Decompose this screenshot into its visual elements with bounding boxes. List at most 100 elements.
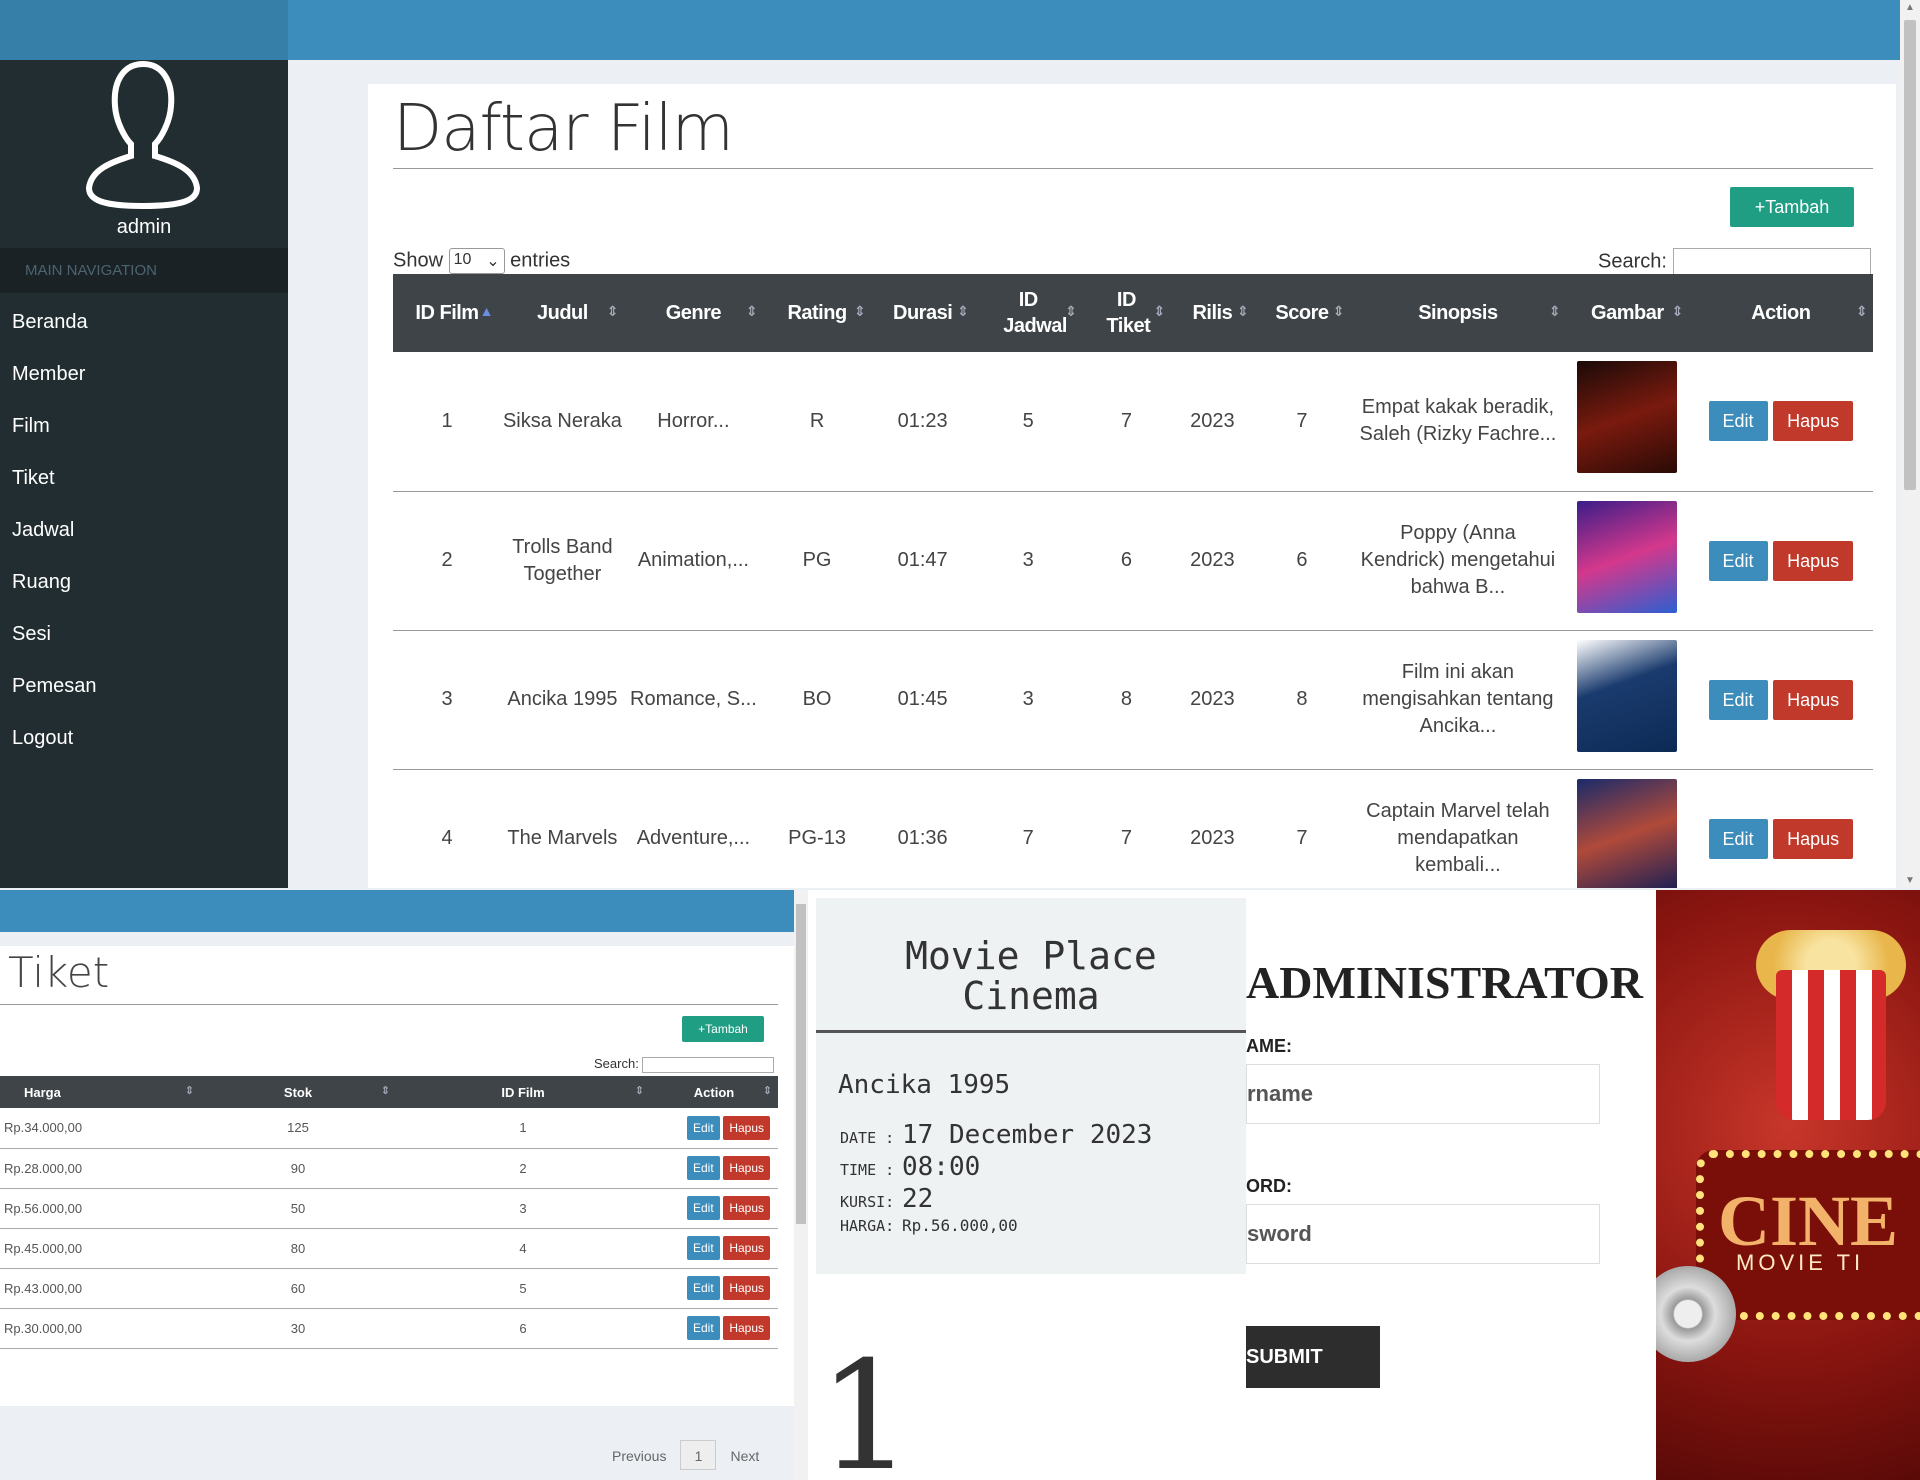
search-control: Search: — [1598, 248, 1871, 276]
col-score[interactable]: Score ⇕ — [1254, 274, 1350, 352]
sidebar-item-film[interactable]: Film — [0, 400, 288, 452]
page-scrollbar[interactable]: ▲ ▼ — [1900, 0, 1920, 888]
col-sinopsis[interactable]: Sinopsis ⇕ — [1349, 274, 1566, 352]
col-judul[interactable]: Judul ⇕ — [501, 274, 624, 352]
delete-button[interactable]: Hapus — [723, 1156, 770, 1180]
cell-durasi: 01:45 — [871, 630, 975, 770]
sidebar-item-logout[interactable]: Logout — [0, 712, 288, 764]
delete-button[interactable]: Hapus — [723, 1276, 770, 1300]
add-ticket-button[interactable]: +Tambah — [682, 1016, 764, 1042]
sidebar-item-member[interactable]: Member — [0, 348, 288, 400]
delete-button[interactable]: Hapus — [723, 1236, 770, 1260]
delete-button[interactable]: Hapus — [1773, 818, 1854, 859]
col-genre[interactable]: Genre ⇕ — [623, 274, 764, 352]
edit-button[interactable]: Edit — [687, 1236, 720, 1260]
col-action[interactable]: Action ⇕ — [1688, 274, 1873, 352]
edit-button[interactable]: Edit — [1708, 540, 1768, 581]
search-input[interactable] — [1672, 248, 1871, 276]
sort-icon: ⇕ — [1153, 303, 1165, 319]
scrollbar-thumb[interactable] — [796, 904, 806, 1224]
table-row: 1 Siksa Neraka Horror... R 01:23 5 7 202… — [393, 352, 1873, 492]
sidebar-item-beranda[interactable]: Beranda — [0, 296, 288, 348]
cell-id-tiket: 6 — [1082, 491, 1171, 631]
sidebar-item-pemesan[interactable]: Pemesan — [0, 660, 288, 712]
cell-score: 8 — [1254, 630, 1350, 770]
sidebar-item-jadwal[interactable]: Jadwal — [0, 504, 288, 556]
sidebar-item-sesi[interactable]: Sesi — [0, 608, 288, 660]
cell-stok: 30 — [200, 1308, 396, 1349]
delete-button[interactable]: Hapus — [723, 1316, 770, 1340]
col-durasi[interactable]: Durasi ⇕ — [871, 274, 975, 352]
edit-button[interactable]: Edit — [687, 1115, 720, 1140]
edit-button[interactable]: Edit — [1708, 401, 1768, 442]
add-film-button[interactable]: +Tambah — [1730, 187, 1854, 227]
page-title: Tiket — [8, 948, 110, 997]
page-title: Daftar Film — [393, 92, 734, 166]
edit-button[interactable]: Edit — [687, 1196, 720, 1220]
table-row: Rp.34.000,00 125 1 Edit Hapus — [0, 1108, 778, 1149]
sort-icon: ⇕ — [956, 303, 969, 319]
cinema-illustration: CINE MOVIE TI — [1656, 890, 1920, 1480]
cell-rilis: 2023 — [1170, 769, 1255, 888]
sort-icon: ⇕ — [1671, 303, 1683, 319]
scroll-up-icon[interactable]: ▲ — [1900, 2, 1920, 13]
cell-genre: Animation,... — [623, 491, 764, 631]
table-row: 3 Ancika 1995 Romance, S... BO 01:45 3 8… — [393, 630, 1873, 770]
cell-sinopsis: Film ini akan mengisahkan tentang Ancika… — [1349, 630, 1566, 770]
col-id-jadwal[interactable]: ID Jadwal ⇕ — [974, 274, 1083, 352]
table-row: Rp.28.000,00 90 2 Edit Hapus — [0, 1148, 778, 1189]
entries-label: entries — [510, 249, 571, 272]
delete-button[interactable]: Hapus — [723, 1196, 770, 1220]
delete-button[interactable]: Hapus — [1773, 679, 1854, 720]
col-rating[interactable]: Rating ⇕ — [763, 274, 872, 352]
cell-gambar — [1565, 769, 1689, 888]
prev-page-link[interactable]: Previous — [612, 1448, 666, 1464]
poster-image — [1577, 361, 1678, 474]
col-stok[interactable]: Stok ⇕ — [200, 1076, 396, 1108]
username-input[interactable]: rname — [1246, 1064, 1600, 1124]
entries-select[interactable]: 10 ⌄ — [448, 248, 505, 274]
top-navbar — [0, 890, 794, 932]
sidebar: admin MAIN NAVIGATION Beranda Member Fil… — [0, 60, 288, 888]
sidebar-item-tiket[interactable]: Tiket — [0, 452, 288, 504]
col-harga[interactable]: Harga ⇕ — [0, 1076, 200, 1108]
cell-harga: Rp.43.000,00 — [0, 1268, 200, 1309]
panel-scrollbar[interactable] — [794, 890, 808, 1480]
scroll-down-icon[interactable]: ▼ — [1900, 875, 1920, 886]
search-input[interactable] — [642, 1056, 775, 1073]
login-window: ADMINISTRATOR AME: rname ORD: sword SUBM… — [1246, 890, 1656, 1480]
edit-button[interactable]: Edit — [1708, 679, 1768, 720]
seat-value: 22 — [902, 1184, 934, 1214]
cell-stok: 50 — [200, 1188, 396, 1229]
cell-score: 6 — [1254, 491, 1350, 631]
col-id-film[interactable]: ID Film ▲ — [393, 274, 502, 352]
date-label: DATE : — [840, 1129, 895, 1147]
col-id-tiket[interactable]: ID Tiket ⇕ — [1082, 274, 1171, 352]
delete-button[interactable]: Hapus — [723, 1115, 770, 1140]
edit-button[interactable]: Edit — [687, 1276, 720, 1300]
delete-button[interactable]: Hapus — [1773, 540, 1854, 581]
ticket-divider — [816, 1030, 1246, 1033]
edit-button[interactable]: Edit — [687, 1156, 720, 1180]
next-page-link[interactable]: Next — [730, 1448, 759, 1464]
delete-button[interactable]: Hapus — [1773, 401, 1854, 442]
col-action[interactable]: Action ⇕ — [650, 1076, 778, 1108]
content-box: Daftar Film +Tambah Show 10 ⌄ entries Se… — [368, 84, 1896, 888]
submit-button[interactable]: SUBMIT — [1246, 1326, 1380, 1388]
password-input[interactable]: sword — [1246, 1204, 1600, 1264]
cell-genre: Adventure,... — [623, 769, 764, 888]
col-rilis[interactable]: Rilis ⇕ — [1170, 274, 1255, 352]
page-1-button[interactable]: 1 — [680, 1440, 717, 1470]
edit-button[interactable]: Edit — [1708, 818, 1768, 859]
edit-button[interactable]: Edit — [687, 1316, 720, 1340]
cell-sinopsis: Empat kakak beradik, Saleh (Rizky Fachre… — [1349, 352, 1566, 492]
username-label: admin — [116, 216, 172, 238]
sidebar-item-ruang[interactable]: Ruang — [0, 556, 288, 608]
cell-action: Edit Hapus — [650, 1268, 778, 1309]
scrollbar-thumb[interactable] — [1904, 20, 1916, 490]
col-id-film[interactable]: ID Film ⇕ — [396, 1076, 650, 1108]
search-control: Search: — [594, 1056, 775, 1073]
col-gambar[interactable]: Gambar ⇕ — [1565, 274, 1689, 352]
cell-stok: 125 — [200, 1108, 396, 1149]
sort-icon: ⇕ — [1548, 303, 1561, 319]
